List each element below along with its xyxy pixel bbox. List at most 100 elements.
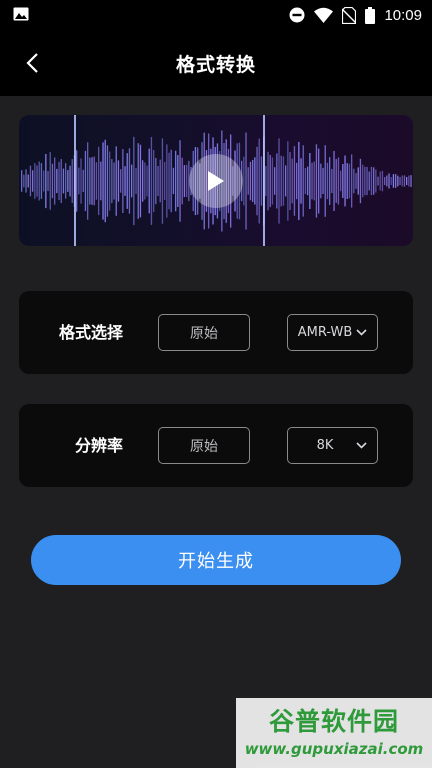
- watermark-url: www.gupuxiazai.com: [244, 740, 424, 758]
- watermark: 谷普软件园 www.gupuxiazai.com: [236, 698, 432, 768]
- waveform-bar: [373, 167, 375, 195]
- waveform-bar: [47, 171, 49, 191]
- waveform-bar: [384, 177, 386, 185]
- waveform-bar: [300, 158, 302, 204]
- resolution-select-value: 8K: [316, 438, 334, 453]
- waveform-bar: [357, 167, 359, 195]
- waveform-bar: [311, 162, 313, 200]
- waveform-bar: [309, 153, 311, 209]
- waveform-bar: [342, 164, 344, 198]
- resolution-original-field[interactable]: 原始: [158, 427, 250, 464]
- waveform-bar: [170, 149, 172, 213]
- waveform-bar: [287, 141, 289, 221]
- waveform-bar: [159, 159, 161, 203]
- format-select-value: AMR-WB: [297, 325, 353, 340]
- do-not-disturb-icon: [289, 7, 305, 23]
- waveform-bar: [333, 151, 335, 211]
- waveform-bar: [109, 151, 111, 211]
- waveform-bar: [304, 168, 307, 195]
- waveform-bar: [326, 162, 329, 200]
- waveform-bar: [54, 157, 56, 205]
- waveform-bar: [298, 141, 300, 221]
- waveform-bar: [51, 163, 54, 199]
- waveform-bar: [346, 163, 348, 199]
- waveform-bar: [282, 156, 285, 206]
- waveform-marker: [74, 115, 76, 246]
- waveform-bar: [91, 157, 93, 205]
- waveform-bar: [276, 153, 278, 209]
- waveform-bar: [102, 142, 104, 220]
- format-original-field[interactable]: 原始: [158, 314, 250, 351]
- waveform-bar: [117, 160, 120, 202]
- waveform-bar: [106, 145, 109, 217]
- waveform-bar: [324, 145, 326, 217]
- waveform-bar: [335, 159, 337, 203]
- waveform-bar: [395, 174, 397, 188]
- waveform-bar: [181, 157, 183, 205]
- waveform-bar: [172, 167, 175, 195]
- waveform-marker: [263, 115, 265, 246]
- waveform-bar: [43, 170, 45, 192]
- waveform-bar: [401, 175, 403, 187]
- waveform-bar: [93, 156, 95, 206]
- waveform-bar: [377, 176, 379, 186]
- waveform-bar: [289, 152, 291, 210]
- waveform-bar: [100, 161, 102, 201]
- resolution-setting-card: 分辨率 原始 8K: [19, 404, 413, 487]
- waveform-bar: [131, 164, 133, 198]
- waveform-bar: [397, 175, 399, 187]
- resolution-select[interactable]: 8K: [287, 427, 378, 464]
- waveform-bar: [267, 151, 269, 211]
- waveform-bar: [82, 169, 84, 193]
- resolution-label: 分辨率: [74, 436, 123, 455]
- format-select[interactable]: AMR-WB: [287, 314, 378, 351]
- waveform-bar: [269, 154, 271, 208]
- waveform-bar: [60, 159, 62, 203]
- waveform-bar: [45, 154, 47, 209]
- image-icon: [13, 7, 29, 21]
- waveform-bar: [98, 146, 100, 216]
- waveform-bar: [366, 166, 368, 196]
- start-generate-button[interactable]: 开始生成: [31, 535, 401, 585]
- waveform-bar: [115, 146, 117, 216]
- waveform-bar: [381, 170, 384, 192]
- waveform-bar: [168, 152, 170, 210]
- waveform-bar: [359, 158, 362, 204]
- waveform-bar: [120, 169, 122, 193]
- format-label: 格式选择: [58, 323, 123, 342]
- waveform-bar: [249, 161, 252, 201]
- waveform-bar: [95, 162, 98, 200]
- play-button[interactable]: [189, 154, 243, 208]
- waveform-bar: [21, 170, 23, 192]
- waveform-bar: [137, 143, 139, 219]
- waveform-bar: [362, 164, 364, 198]
- waveform-bar: [49, 152, 51, 210]
- page-title: 格式转换: [175, 54, 256, 76]
- waveform-bar: [148, 148, 150, 214]
- waveform-bar: [278, 138, 280, 224]
- waveform-bar: [161, 138, 164, 224]
- waveform-bar: [144, 162, 146, 200]
- waveform-bar: [280, 155, 282, 207]
- waveform-bar: [370, 166, 373, 196]
- waveform-bar: [256, 146, 258, 216]
- waveform-bar: [291, 158, 293, 204]
- waveform-bar: [164, 162, 166, 200]
- waveform-bar: [128, 148, 131, 214]
- waveform-bar: [177, 155, 179, 207]
- waveform-bar: [71, 159, 73, 203]
- waveform-bar: [111, 159, 113, 204]
- wifi-icon: [314, 7, 334, 23]
- waveform-bar: [247, 167, 249, 195]
- waveform-bar: [265, 166, 267, 197]
- waveform-bar: [69, 165, 71, 197]
- waveform-bar: [135, 168, 137, 194]
- waveform-bar: [254, 157, 256, 205]
- play-icon: [208, 171, 224, 191]
- watermark-title: 谷普软件园: [268, 707, 399, 736]
- app-bar: 格式转换: [0, 30, 432, 96]
- waveform-bar: [258, 138, 260, 224]
- waveform-bar: [355, 173, 357, 189]
- waveform-bar: [56, 168, 58, 194]
- waveform-bar: [379, 171, 381, 191]
